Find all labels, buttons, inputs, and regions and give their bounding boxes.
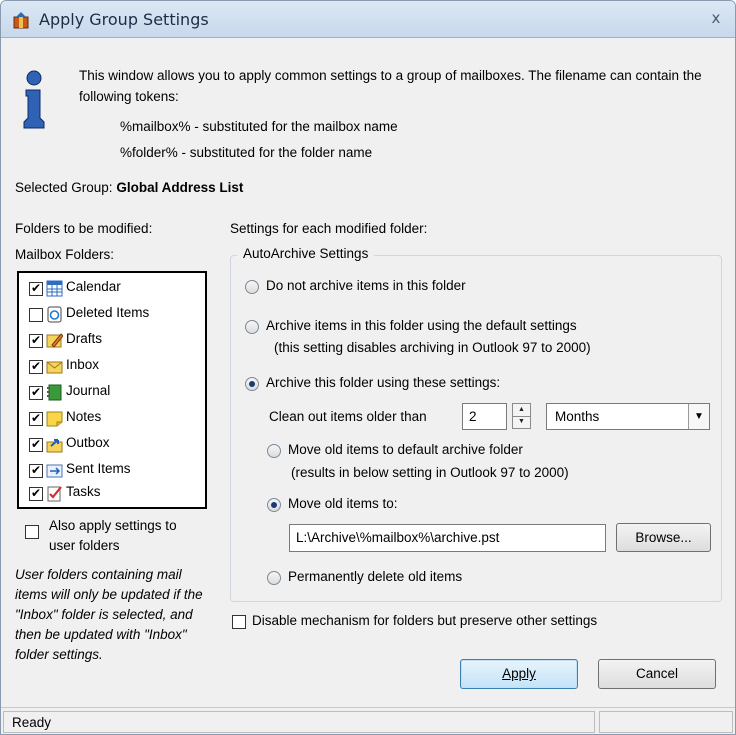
folder-checkbox[interactable] bbox=[29, 485, 43, 501]
clean-out-unit-select[interactable]: Months ▼ bbox=[546, 403, 710, 430]
outbox-icon bbox=[46, 439, 63, 453]
folder-checkbox[interactable] bbox=[29, 280, 43, 296]
folder-checkbox[interactable] bbox=[29, 308, 43, 322]
delete-old-items-radio[interactable] bbox=[267, 571, 281, 585]
settings-section-label: Settings for each modified folder: bbox=[230, 221, 428, 236]
folder-checkbox[interactable] bbox=[29, 332, 43, 348]
archive-path-input[interactable]: L:\Archive\%mailbox%\archive.pst bbox=[289, 524, 606, 552]
clean-out-unit-value: Months bbox=[555, 409, 600, 424]
inbox-icon bbox=[46, 361, 63, 374]
disable-mechanism-checkbox[interactable] bbox=[232, 615, 246, 629]
status-pane-main: Ready bbox=[3, 711, 595, 733]
folder-checkbox[interactable] bbox=[29, 462, 43, 478]
folder-label: Journal bbox=[66, 383, 111, 398]
window-title: Apply Group Settings bbox=[39, 10, 209, 29]
selected-group-value: Global Address List bbox=[116, 180, 244, 195]
token-mailbox: %mailbox% - substituted for the mailbox … bbox=[120, 119, 398, 134]
apply-user-folders-label-line2[interactable]: user folders bbox=[49, 538, 120, 553]
default-archive-label-line1[interactable]: Archive items in this folder using the d… bbox=[266, 318, 577, 333]
clean-out-spinner[interactable]: ▲ ▼ bbox=[512, 403, 531, 429]
custom-archive-radio[interactable] bbox=[245, 377, 259, 391]
mailbox-folders-list[interactable]: Calendar Deleted Items Drafts Inbox Jour… bbox=[17, 271, 207, 509]
move-default-label-line1[interactable]: Move old items to default archive folder bbox=[288, 442, 523, 457]
notes-icon bbox=[46, 411, 63, 427]
apply-user-folders-label-line1[interactable]: Also apply settings to bbox=[49, 518, 177, 533]
disable-mechanism-label[interactable]: Disable mechanism for folders but preser… bbox=[252, 613, 597, 628]
default-archive-radio[interactable] bbox=[245, 320, 259, 334]
autoarchive-groupbox-title: AutoArchive Settings bbox=[237, 246, 375, 261]
clean-out-label: Clean out items older than bbox=[269, 409, 427, 424]
info-person-icon bbox=[23, 70, 45, 129]
selected-group: Selected Group: Global Address List bbox=[15, 180, 243, 195]
clean-out-value-input[interactable]: 2 bbox=[462, 403, 507, 430]
apply-button-label: Apply bbox=[502, 666, 536, 681]
move-default-label-line2: (results in below setting in Outlook 97 … bbox=[291, 465, 569, 480]
selected-group-label: Selected Group: bbox=[15, 180, 113, 195]
calendar-icon bbox=[46, 280, 63, 297]
dropdown-arrow-icon[interactable]: ▼ bbox=[688, 404, 709, 429]
custom-archive-label[interactable]: Archive this folder using these settings… bbox=[266, 375, 500, 390]
drafts-icon bbox=[46, 333, 63, 348]
mailbox-folders-label: Mailbox Folders: bbox=[15, 247, 115, 262]
no-archive-label[interactable]: Do not archive items in this folder bbox=[266, 278, 466, 293]
folder-label: Deleted Items bbox=[66, 305, 150, 320]
apply-button[interactable]: Apply bbox=[460, 659, 578, 689]
title-bar[interactable]: Apply Group Settings x bbox=[1, 1, 735, 38]
folder-checkbox[interactable] bbox=[29, 384, 43, 400]
app-icon bbox=[13, 12, 29, 29]
sent-items-icon bbox=[46, 464, 63, 478]
folder-checkbox[interactable] bbox=[29, 358, 43, 374]
journal-icon bbox=[47, 384, 62, 401]
folder-label: Notes bbox=[66, 409, 102, 424]
status-bar: Ready bbox=[1, 707, 735, 734]
cancel-button[interactable]: Cancel bbox=[598, 659, 716, 689]
move-default-radio[interactable] bbox=[267, 444, 281, 458]
status-text: Ready bbox=[12, 715, 52, 730]
deleted-items-icon bbox=[47, 306, 62, 323]
apply-user-folders-checkbox[interactable] bbox=[25, 525, 39, 539]
folder-label: Sent Items bbox=[66, 461, 131, 476]
browse-button[interactable]: Browse... bbox=[616, 523, 711, 552]
folder-label: Drafts bbox=[66, 331, 103, 346]
delete-old-items-label[interactable]: Permanently delete old items bbox=[288, 569, 462, 584]
folder-checkbox[interactable] bbox=[29, 436, 43, 452]
folder-label: Tasks bbox=[66, 484, 101, 499]
folder-checkbox[interactable] bbox=[29, 410, 43, 426]
move-to-label[interactable]: Move old items to: bbox=[288, 496, 398, 511]
folders-section-label: Folders to be modified: bbox=[15, 221, 153, 236]
token-folder: %folder% - substituted for the folder na… bbox=[120, 145, 373, 160]
status-pane-secondary bbox=[599, 711, 733, 733]
move-to-radio[interactable] bbox=[267, 498, 281, 512]
folder-label: Outbox bbox=[66, 435, 110, 450]
spinner-down-icon[interactable]: ▼ bbox=[513, 416, 530, 428]
no-archive-radio[interactable] bbox=[245, 280, 259, 294]
apply-group-settings-window: Apply Group Settings x This window allow… bbox=[0, 0, 736, 735]
user-folders-note: User folders containing mail items will … bbox=[15, 567, 203, 662]
default-archive-label-line2: (this setting disables archiving in Outl… bbox=[274, 340, 591, 355]
intro-text: This window allows you to apply common s… bbox=[79, 68, 702, 104]
close-button[interactable]: x bbox=[705, 7, 727, 29]
tasks-icon bbox=[47, 486, 62, 502]
folder-label: Inbox bbox=[66, 357, 100, 372]
folder-label: Calendar bbox=[66, 279, 121, 294]
